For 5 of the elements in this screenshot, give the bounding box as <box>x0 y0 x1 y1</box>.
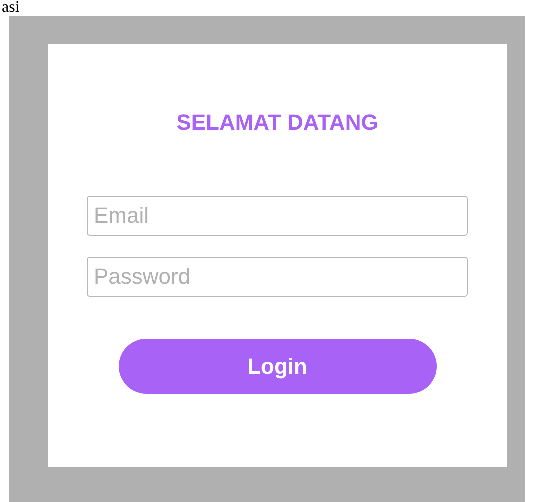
caption-text: asi <box>1 0 20 16</box>
input-field[interactable]: Email <box>87 196 468 236</box>
input-field[interactable]: Password <box>87 257 468 297</box>
login-button[interactable]: Login <box>118 339 436 394</box>
welcome-title: SELAMAT DATANG <box>176 109 380 137</box>
